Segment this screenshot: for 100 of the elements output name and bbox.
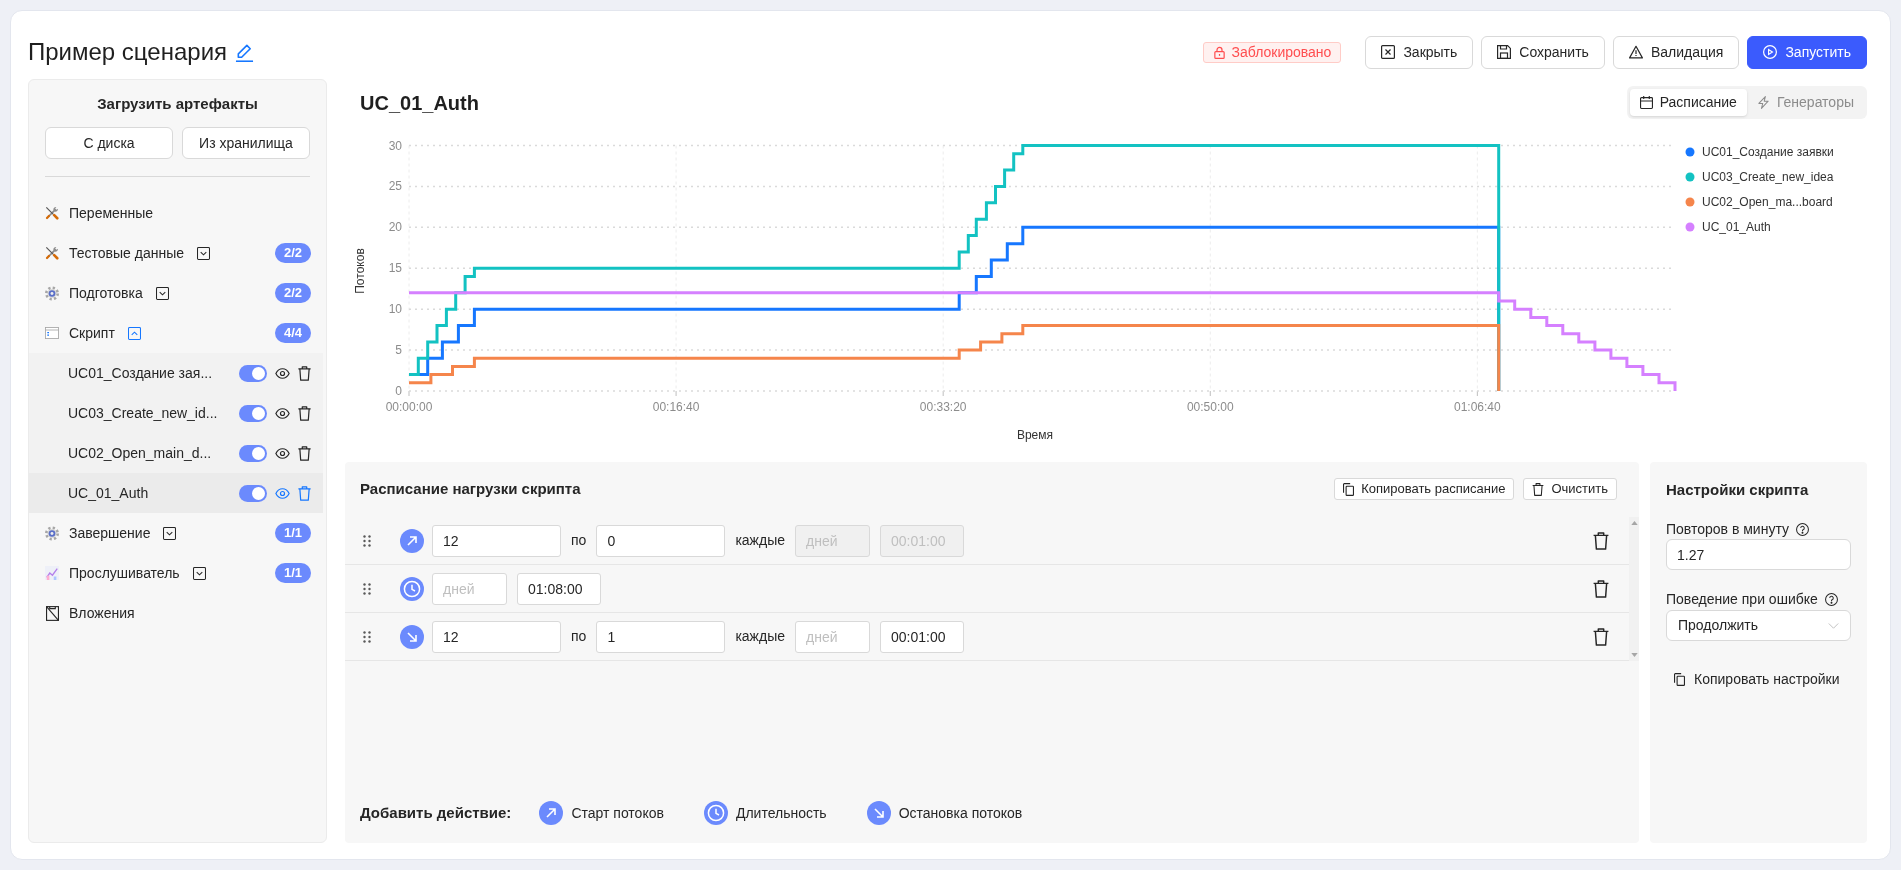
repeats-per-minute-field[interactable]: 1.27 xyxy=(1666,539,1851,570)
scenario-title: Пример сценария xyxy=(28,37,228,67)
drag-handle-icon[interactable] xyxy=(363,630,371,643)
count-badge: 2/2 xyxy=(274,283,311,303)
chevron-down-icon xyxy=(1828,622,1839,629)
status-label: Заблокировано xyxy=(1231,42,1332,62)
sidebar-item[interactable]: Переменные xyxy=(69,202,154,224)
schedule-title: Расписание нагрузки скрипта xyxy=(360,479,581,499)
error-behavior-select[interactable]: Продолжить xyxy=(1666,610,1851,641)
inline-label: по xyxy=(571,627,587,646)
document-icon xyxy=(45,605,59,621)
validate-button[interactable]: Валидация xyxy=(1612,35,1740,69)
toggle-switch[interactable] xyxy=(239,484,267,502)
inline-label: каждые xyxy=(735,531,785,550)
chevron-up-icon[interactable] xyxy=(127,326,141,340)
save-icon xyxy=(1497,45,1512,59)
copy-settings-button[interactable]: Копировать настройки xyxy=(1674,669,1840,690)
help-icon[interactable] xyxy=(1796,522,1809,536)
count-badge: 2/2 xyxy=(274,243,311,263)
trash-icon[interactable] xyxy=(1593,627,1609,646)
eye-icon[interactable] xyxy=(275,407,290,419)
close-button[interactable]: Закрыть xyxy=(1365,35,1474,69)
lock-icon xyxy=(1212,45,1226,59)
upload-button[interactable]: Из хранилища xyxy=(182,127,310,159)
script-item[interactable]: UC02_Open_main_d... xyxy=(29,433,323,473)
number-field[interactable]: 1 xyxy=(596,620,726,653)
edit-icon[interactable] xyxy=(235,42,255,62)
arrow-up-right-icon xyxy=(539,801,564,825)
arrow-down-right-icon xyxy=(400,624,424,649)
y-tick-label: 10 xyxy=(388,302,402,317)
trash-icon xyxy=(1532,482,1545,496)
duration-button[interactable]: Длительность xyxy=(703,801,827,825)
trash-icon[interactable] xyxy=(1593,531,1609,550)
copy-icon xyxy=(1343,482,1355,496)
number-field[interactable]: 0 xyxy=(596,524,726,557)
inline-label: по xyxy=(571,531,587,550)
drag-handle-icon[interactable] xyxy=(363,582,371,595)
setting-label: Повторов в минуту xyxy=(1666,519,1789,539)
legend-label: UC03_Create_new_idea xyxy=(1702,170,1834,184)
number-field[interactable]: 12 xyxy=(432,524,561,557)
script-item[interactable]: UC01_Создание зая... xyxy=(29,353,323,393)
sidebar-item[interactable]: Вложения xyxy=(69,602,135,624)
start-threads-button[interactable]: Старт потоков xyxy=(539,801,664,825)
run-button[interactable]: Запустить xyxy=(1747,35,1867,69)
legend-label: UC_01_Auth xyxy=(1702,220,1771,234)
save-button[interactable]: Сохранить xyxy=(1481,35,1605,69)
copy-schedule-button[interactable]: Копировать расписание xyxy=(1334,478,1515,500)
days-field[interactable]: дней xyxy=(432,572,507,605)
sidebar-item[interactable]: Подготовка xyxy=(69,282,143,304)
stop-threads-button[interactable]: Остановка потоков xyxy=(866,801,1023,825)
eye-icon[interactable] xyxy=(275,447,290,459)
arrow-down-right-icon xyxy=(866,801,891,825)
gear-icon xyxy=(45,285,59,301)
clear-button[interactable]: Очистить xyxy=(1523,478,1617,500)
trash-icon[interactable] xyxy=(298,445,311,461)
view-tab[interactable]: Расписание xyxy=(1629,89,1747,116)
copy-icon xyxy=(1674,673,1685,686)
y-tick-label: 5 xyxy=(395,343,402,358)
x-tick-label: 00:33:20 xyxy=(919,400,967,414)
eye-icon[interactable] xyxy=(275,367,290,379)
chevron-down-icon[interactable] xyxy=(197,246,211,260)
drag-handle-icon[interactable] xyxy=(363,534,371,547)
toggle-switch[interactable] xyxy=(239,364,267,382)
x-tick-label: 00:50:00 xyxy=(1186,400,1234,414)
tools-icon xyxy=(45,206,59,220)
count-badge: 1/1 xyxy=(274,563,311,583)
script-item[interactable]: UC03_Create_new_id... xyxy=(29,393,323,433)
chevron-down-icon[interactable] xyxy=(155,286,169,300)
arrow-up-right-icon xyxy=(400,528,424,553)
chevron-down-icon[interactable] xyxy=(192,566,206,580)
number-field[interactable]: 12 xyxy=(432,620,561,653)
trash-icon[interactable] xyxy=(298,365,311,381)
sidebar-item[interactable]: Тестовые данные xyxy=(69,242,185,264)
y-axis-title: Потоков xyxy=(353,248,367,294)
toggle-switch[interactable] xyxy=(239,444,267,462)
time-field[interactable]: 00:01:00 xyxy=(880,620,964,653)
sidebar-item[interactable]: Скрипт xyxy=(69,322,115,344)
time-field[interactable]: 01:08:00 xyxy=(517,572,601,605)
calendar-icon xyxy=(1639,96,1653,109)
chevron-down-icon[interactable] xyxy=(163,526,177,540)
legend-label: UC01_Создание заявки xyxy=(1702,145,1834,159)
sidebar-item[interactable]: Завершение xyxy=(69,522,151,544)
script-item[interactable]: UC_01_Auth xyxy=(29,473,323,513)
trash-icon[interactable] xyxy=(298,405,311,421)
upload-button[interactable]: С диска xyxy=(45,127,173,159)
gear-icon xyxy=(45,525,59,541)
y-tick-label: 15 xyxy=(388,261,402,276)
settings-title: Настройки скрипта xyxy=(1666,480,1810,500)
days-field[interactable]: дней xyxy=(795,620,870,653)
add-action-label: Добавить действие: xyxy=(360,802,512,823)
clock-icon xyxy=(703,801,728,825)
sidebar-item[interactable]: Прослушиватель xyxy=(69,562,180,584)
x-axis-title: Время xyxy=(1016,428,1054,442)
chart-title: UC_01_Auth xyxy=(360,90,479,116)
help-icon[interactable] xyxy=(1824,592,1838,606)
tools-icon xyxy=(45,246,59,260)
x-tick-label: 01:06:40 xyxy=(1454,400,1501,414)
toggle-switch[interactable] xyxy=(239,404,267,422)
trash-icon[interactable] xyxy=(1593,579,1609,598)
count-badge: 4/4 xyxy=(274,323,311,343)
